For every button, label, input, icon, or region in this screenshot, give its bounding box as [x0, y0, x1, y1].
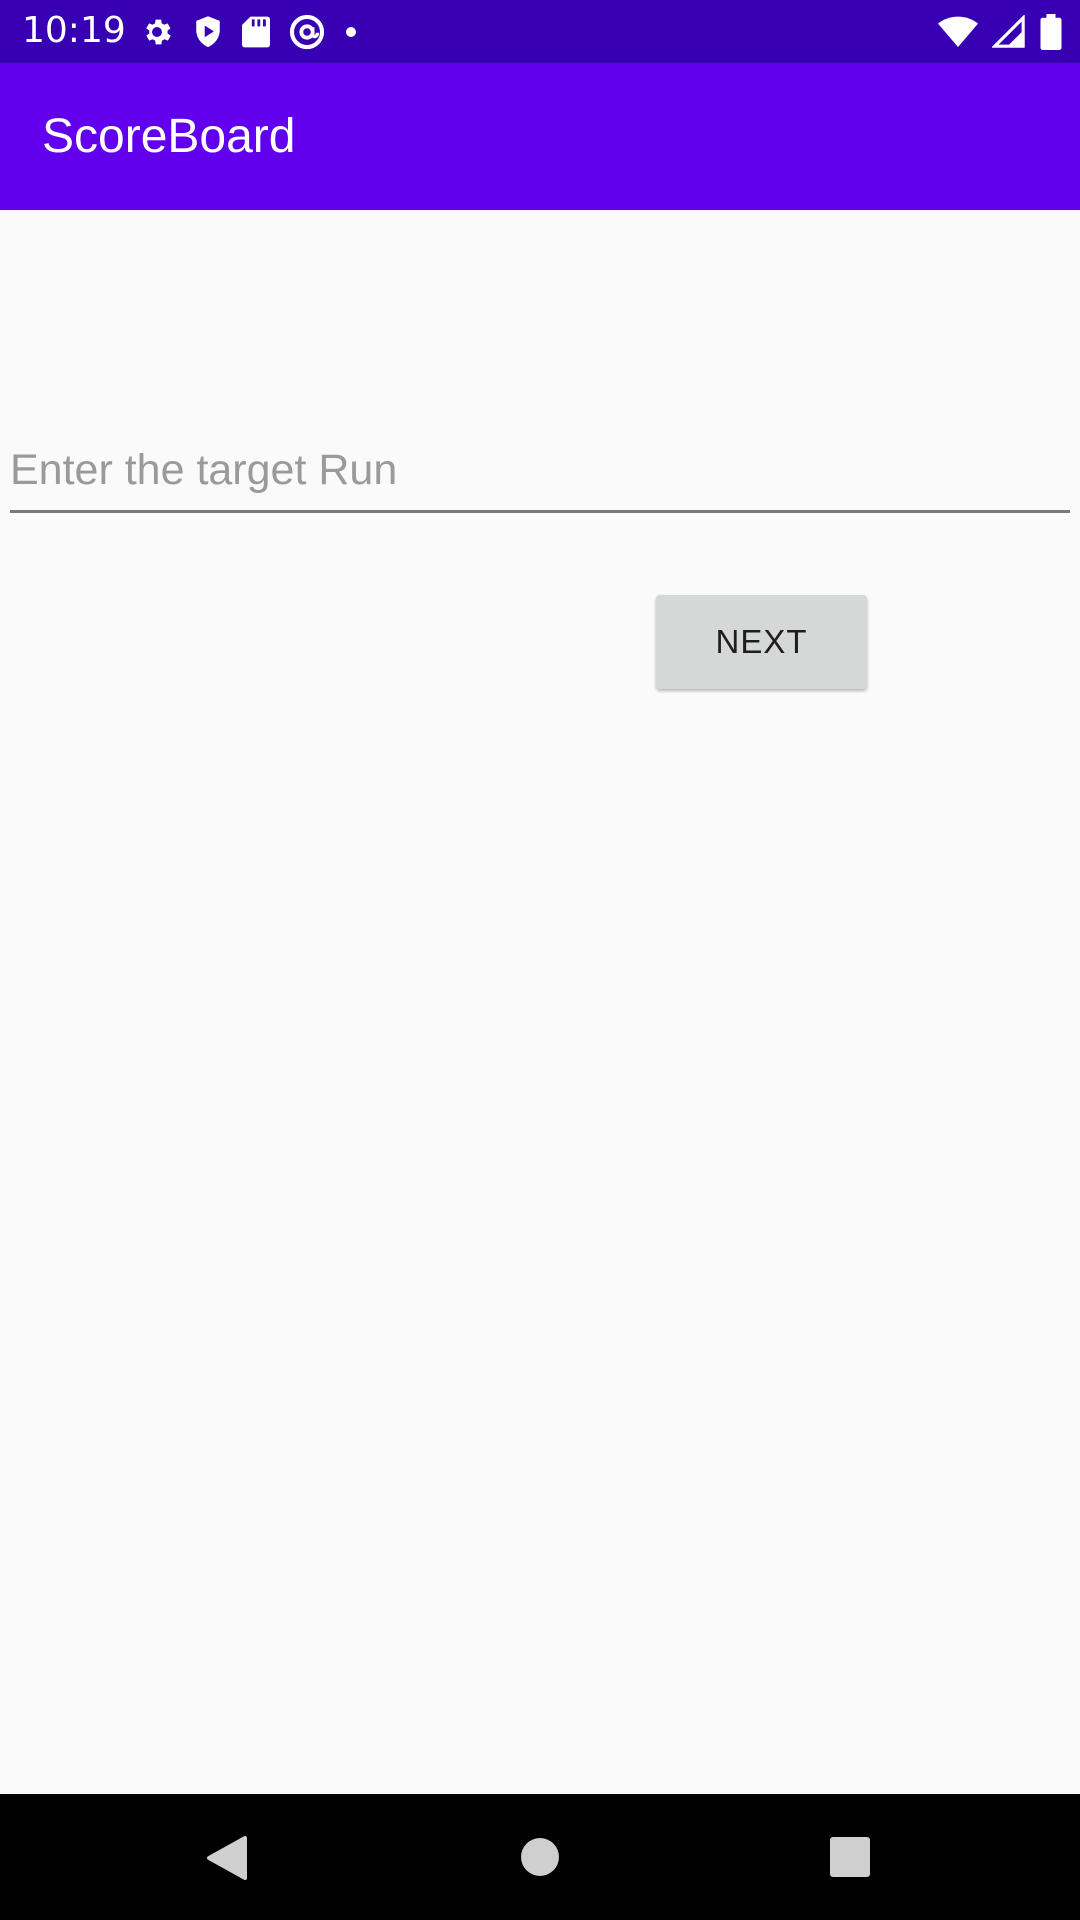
- home-icon[interactable]: [520, 1837, 560, 1881]
- main-content: NEXT: [0, 210, 1080, 1794]
- wifi-icon: [938, 16, 978, 48]
- settings-icon: [140, 15, 174, 49]
- status-icons-left: [140, 12, 358, 52]
- recents-icon[interactable]: [830, 1837, 870, 1881]
- back-icon[interactable]: [205, 1834, 249, 1886]
- status-icons-right: [938, 12, 1062, 52]
- status-bar: 10:19: [0, 0, 1080, 63]
- battery-icon: [1040, 14, 1062, 50]
- status-time: 10:19: [22, 10, 126, 51]
- dot-icon: [344, 25, 358, 39]
- sd-card-icon: [242, 15, 270, 49]
- next-button[interactable]: NEXT: [656, 595, 867, 689]
- target-run-input[interactable]: [10, 430, 1070, 513]
- sync-at-icon: [288, 13, 326, 51]
- navigation-bar: [0, 1794, 1080, 1920]
- cell-signal-icon: [992, 15, 1026, 49]
- app-bar: ScoreBoard: [0, 63, 1080, 210]
- shield-play-icon: [192, 15, 224, 49]
- app-title: ScoreBoard: [42, 110, 296, 163]
